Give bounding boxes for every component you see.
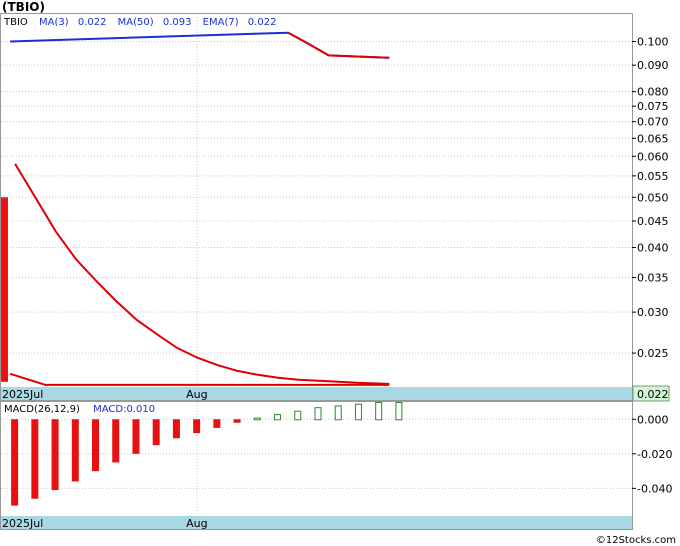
macd-bar xyxy=(193,419,201,434)
legend-ma50-value: 0.093 xyxy=(163,17,192,28)
price-x-label: 2025Jul xyxy=(2,388,43,401)
macd-bar xyxy=(395,402,403,421)
watermark: ©12Stocks.com xyxy=(595,535,676,546)
macd-bar xyxy=(172,419,180,439)
macd-bar xyxy=(112,419,120,463)
macd-x-label: 2025Jul xyxy=(2,517,43,530)
price-tick-label: 0.075 xyxy=(637,100,669,113)
macd-bar xyxy=(51,419,59,491)
macd-bar xyxy=(334,405,342,421)
macd-legend-label: MACD(26,12,9) xyxy=(4,404,80,415)
macd-bar xyxy=(31,419,39,499)
macd-bar xyxy=(71,419,79,482)
price-tick-label: 0.060 xyxy=(637,150,669,163)
svg-text:TBIO MA(3) 0.022 M: TBIO MA(3) 0.022 MA(50) 0.093 EMA(7) 0.0… xyxy=(3,17,276,28)
macd-tick-label: 0.000 xyxy=(637,413,669,426)
macd-bar xyxy=(233,419,241,423)
macd-bar xyxy=(92,419,100,472)
macd-bar xyxy=(132,419,140,454)
macd-bar xyxy=(11,419,19,506)
price-tick-label: 0.100 xyxy=(637,35,669,48)
macd-bar xyxy=(213,419,221,428)
legend-ma3-label: MA(3) xyxy=(39,17,69,28)
price-tick-label: 0.025 xyxy=(637,347,669,360)
macd-tick-label: -0.040 xyxy=(637,482,672,495)
price-bar xyxy=(1,197,8,382)
legend-ema-value: 0.022 xyxy=(248,17,277,28)
price-tick-label: 0.035 xyxy=(637,271,669,284)
price-tick-label: 0.090 xyxy=(637,59,669,72)
macd-legend-value: MACD:0.010 xyxy=(93,404,155,415)
price-panel-frame xyxy=(0,13,633,401)
price-tick-label: 0.045 xyxy=(637,215,669,228)
macd-tick-label: -0.020 xyxy=(637,448,672,461)
price-tick-label: 0.030 xyxy=(637,306,669,319)
stock-chart: 0.100 0.090 0.0800.075 0.070 0.065 0.060 0.055… xyxy=(0,13,672,530)
macd-bar xyxy=(375,402,383,421)
price-tick-label: 0.065 xyxy=(637,132,669,145)
macd-bar xyxy=(253,417,261,421)
legend-ema-label: EMA(7) xyxy=(203,17,239,28)
legend-ma50-label: MA(50) xyxy=(118,17,154,28)
legend-ma3-value: 0.022 xyxy=(78,17,107,28)
legend-ticker: TBIO xyxy=(3,17,28,28)
macd-date-strip xyxy=(1,516,632,529)
price-tick-label: 0.080 xyxy=(637,86,669,99)
price-y-axis: 0.100 0.090 0.0800.075 0.070 0.065 0.060 0.055… xyxy=(632,35,669,360)
last-price-label: 0.022 xyxy=(637,388,669,401)
macd-bar xyxy=(294,410,302,421)
price-date-strip xyxy=(1,387,632,400)
price-x-label: Aug xyxy=(186,388,207,401)
price-tick-label: 0.070 xyxy=(637,116,669,129)
price-tick-label: 0.040 xyxy=(637,241,669,254)
macd-bar xyxy=(274,414,282,421)
macd-bar xyxy=(152,419,160,446)
macd-bar xyxy=(314,407,322,421)
price-tick-label: 0.050 xyxy=(637,191,669,204)
svg-text:MACD(26,12,9) MACD:0.010: MACD(26,12,9) MACD:0.010 xyxy=(4,404,155,415)
price-tick-label: 0.055 xyxy=(637,170,669,183)
price-bars xyxy=(1,197,8,382)
macd-y-axis: 0.000 -0.020 -0.040 xyxy=(632,413,672,495)
macd-bar xyxy=(354,403,362,421)
macd-x-label: Aug xyxy=(186,517,207,530)
